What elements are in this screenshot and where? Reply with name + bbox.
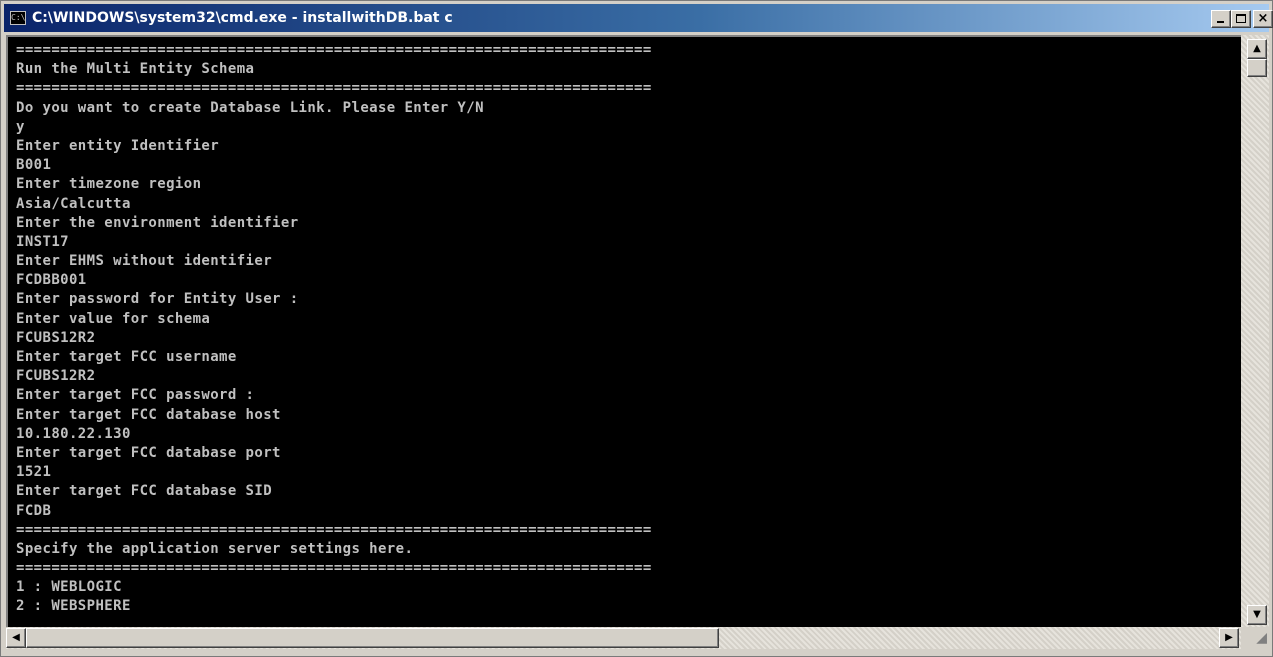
console-line: Enter target FCC database host bbox=[16, 406, 281, 423]
console-output[interactable]: ========================================… bbox=[6, 35, 1241, 627]
console-text: ========================================… bbox=[16, 41, 652, 617]
scroll-up-button[interactable]: ▲ bbox=[1247, 39, 1267, 59]
console-line: Enter target FCC password : bbox=[16, 387, 255, 404]
arrow-right-icon: ▶ bbox=[1225, 632, 1233, 643]
console-line: Enter EHMS without identifier bbox=[16, 253, 273, 270]
console-line: FCDBB001 bbox=[16, 272, 87, 289]
arrow-left-icon: ◀ bbox=[12, 632, 20, 643]
console-line: Enter entity Identifier bbox=[16, 137, 220, 154]
console-line: Enter the environment identifier bbox=[16, 214, 299, 231]
console-line: y bbox=[16, 118, 25, 135]
console-line: Specify the application server settings … bbox=[16, 540, 414, 557]
window-title: C:\WINDOWS\system32\cmd.exe - installwit… bbox=[32, 10, 453, 26]
vertical-scroll-thumb[interactable] bbox=[1247, 59, 1267, 77]
console-line: Do you want to create Database Link. Ple… bbox=[16, 99, 484, 116]
console-line: 2 : WEBSPHERE bbox=[16, 598, 131, 615]
close-button[interactable]: × bbox=[1253, 10, 1273, 28]
console-line: Enter password for Entity User : bbox=[16, 291, 299, 308]
console-line: ========================================… bbox=[16, 521, 652, 538]
horizontal-scrollbar[interactable]: ◀ ▶ bbox=[6, 627, 1241, 649]
console-line: Enter target FCC username bbox=[16, 349, 237, 365]
vertical-scrollbar[interactable]: ▲ ▼ bbox=[1241, 35, 1269, 627]
cmd-window: C:\ C:\WINDOWS\system32\cmd.exe - instal… bbox=[0, 0, 1273, 657]
horizontal-scroll-thumb[interactable] bbox=[26, 628, 719, 648]
console-line: B001 bbox=[16, 157, 52, 174]
console-line: FCDB bbox=[16, 502, 52, 519]
console-line: 10.180.22.130 bbox=[16, 425, 131, 442]
console-line: ========================================… bbox=[16, 80, 652, 97]
console-line: Asia/Calcutta bbox=[16, 195, 131, 212]
resize-grip-icon[interactable]: ◢ bbox=[1241, 627, 1269, 649]
console-line: FCUBS12R2 bbox=[16, 329, 96, 346]
console-line: FCUBS12R2 bbox=[16, 368, 96, 385]
maximize-button[interactable] bbox=[1231, 10, 1251, 28]
console-line: INST17 bbox=[16, 233, 69, 250]
console-line: Run the Multi Entity Schema bbox=[16, 61, 255, 78]
arrow-down-icon: ▼ bbox=[1253, 609, 1261, 620]
console-line: 1521 bbox=[16, 464, 52, 481]
title-bar[interactable]: C:\ C:\WINDOWS\system32\cmd.exe - instal… bbox=[4, 4, 1273, 32]
console-line: Enter value for schema bbox=[16, 310, 211, 327]
arrow-up-icon: ▲ bbox=[1253, 43, 1261, 54]
console-line: 1 : WEBLOGIC bbox=[16, 579, 122, 596]
minimize-button[interactable] bbox=[1211, 10, 1231, 28]
cmd-console-icon[interactable]: C:\ bbox=[10, 11, 26, 25]
console-line: ========================================… bbox=[16, 42, 652, 58]
console-line: ========================================… bbox=[16, 560, 652, 577]
console-line: Enter target FCC database SID bbox=[16, 483, 273, 500]
console-line: Enter target FCC database port bbox=[16, 444, 281, 461]
scroll-left-button[interactable]: ◀ bbox=[6, 628, 26, 648]
maximize-icon bbox=[1236, 14, 1246, 23]
console-line: Enter timezone region bbox=[16, 176, 202, 193]
scroll-right-button[interactable]: ▶ bbox=[1219, 628, 1239, 648]
scroll-down-button[interactable]: ▼ bbox=[1247, 605, 1267, 625]
minimize-icon bbox=[1217, 21, 1224, 23]
close-icon: × bbox=[1257, 11, 1269, 26]
